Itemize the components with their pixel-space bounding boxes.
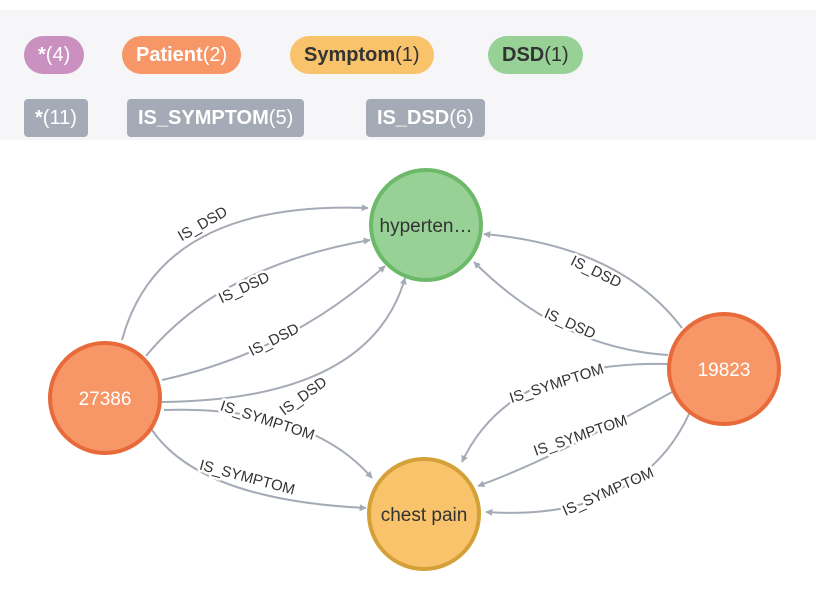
relationship-label: IS_DSD — [542, 305, 599, 343]
legend-relationship-type-name: * — [35, 107, 43, 129]
relationship-label: IS_DSD — [246, 320, 302, 360]
relationship-label: IS_SYMPTOM — [531, 412, 629, 460]
node-caption: hyperten… — [380, 216, 473, 237]
legend-relationship-type-count: (6) — [449, 107, 474, 129]
graph-legend: *(4) Patient(2) Symptom(1) DSD(1) *(11) … — [0, 10, 816, 140]
node-dsd-hypertension[interactable]: hyperten… — [369, 168, 483, 282]
relationship-label: IS_SYMPTOM — [560, 464, 657, 519]
relationship-label: IS_DSD — [216, 269, 272, 307]
relationship-line-is-dsd[interactable] — [473, 261, 669, 356]
legend-relationship-type-name: IS_DSD — [377, 107, 450, 129]
relationship-line-is-dsd[interactable] — [483, 231, 683, 329]
legend-node-label-name: DSD — [502, 44, 545, 66]
legend-node-label-count: (4) — [45, 44, 71, 66]
relationship-label: IS_DSD — [568, 252, 624, 291]
graph-canvas[interactable]: IS_DSD IS_DSD IS_DSD IS_DSD IS_SYMPTOM I… — [0, 140, 816, 592]
relationship-line-is-dsd[interactable] — [161, 265, 386, 381]
legend-node-label-count: (2) — [202, 44, 228, 66]
legend-relationship-type-is-symptom[interactable]: IS_SYMPTOM(5) — [127, 99, 305, 137]
relationship-line-is-dsd[interactable] — [121, 204, 369, 341]
legend-relationship-type-name: IS_SYMPTOM — [138, 107, 269, 129]
legend-node-label-all[interactable]: *(4) — [24, 36, 85, 74]
legend-relationship-type-is-dsd[interactable]: IS_DSD(6) — [366, 99, 485, 137]
legend-node-label-name: Symptom — [304, 44, 396, 66]
node-caption: 27386 — [79, 389, 132, 410]
legend-relationship-type-all[interactable]: *(11) — [24, 99, 88, 137]
legend-node-label-name: * — [38, 44, 46, 66]
top-strip — [0, 0, 816, 10]
legend-relationship-type-count: (5) — [268, 107, 294, 129]
legend-node-label-dsd[interactable]: DSD(1) — [488, 36, 583, 74]
relationship-label: IS_DSD — [175, 203, 231, 245]
node-patient-27386[interactable]: 27386 — [48, 341, 162, 455]
legend-node-label-count: (1) — [395, 44, 420, 66]
node-symptom-chest-pain[interactable]: chest pain — [367, 457, 481, 571]
relationship-line-is-symptom[interactable] — [151, 429, 367, 512]
legend-node-label-name: Patient — [136, 44, 203, 66]
legend-node-label-symptom[interactable]: Symptom(1) — [290, 36, 434, 74]
legend-relationship-type-count: (11) — [42, 107, 77, 129]
legend-node-label-count: (1) — [544, 44, 569, 66]
node-caption: chest pain — [381, 505, 468, 526]
node-caption: 19823 — [698, 360, 751, 381]
legend-node-label-patient[interactable]: Patient(2) — [122, 36, 242, 74]
relationship-label: IS_SYMPTOM — [507, 360, 606, 406]
node-patient-19823[interactable]: 19823 — [667, 312, 781, 426]
